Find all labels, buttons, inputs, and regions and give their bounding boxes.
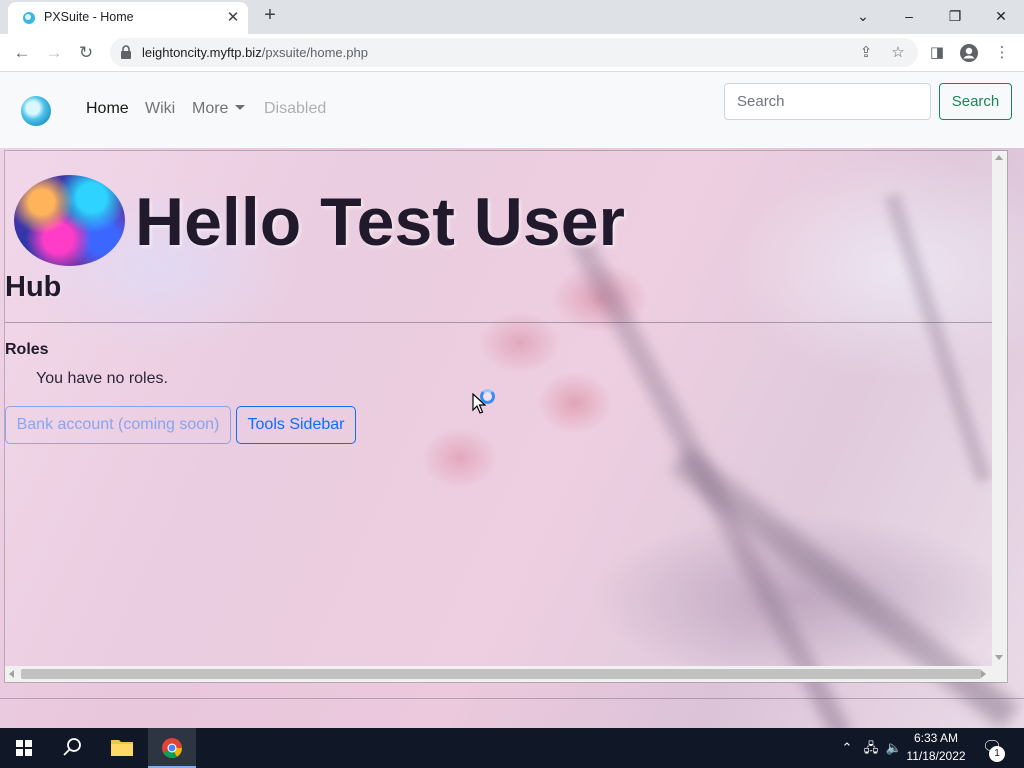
forward-icon[interactable]: → <box>42 41 66 65</box>
windows-logo-icon <box>16 740 32 756</box>
volume-icon[interactable]: 🔈 <box>884 738 904 758</box>
nav-wiki[interactable]: Wiki <box>145 100 175 118</box>
horizontal-scroll-thumb[interactable] <box>21 669 981 679</box>
hub-heading: Hub <box>5 271 62 303</box>
site-favicon-icon <box>23 12 35 24</box>
scroll-right-arrow-icon[interactable] <box>981 670 986 678</box>
side-panel-icon[interactable]: ◨ <box>926 42 948 64</box>
window-close-icon[interactable]: ✕ <box>986 3 1016 29</box>
minimize-icon[interactable]: – <box>894 3 924 29</box>
roles-empty-text: You have no roles. <box>36 370 168 387</box>
tools-sidebar-button[interactable]: Tools Sidebar <box>236 406 356 444</box>
search-input[interactable] <box>724 83 931 120</box>
show-hidden-icons-chevron-icon[interactable]: ⌃ <box>837 738 857 758</box>
file-explorer-button[interactable] <box>98 728 146 768</box>
browser-tab-strip: PXSuite - Home ✕ + ⌄ – ❐ ✕ <box>0 0 1024 34</box>
profile-icon[interactable] <box>958 42 980 64</box>
share-icon[interactable]: ⇪ <box>856 43 876 63</box>
windows-taskbar: ⌃ 🖧 🔈 6:33 AM 11/18/2022 🗨 1 <box>0 728 1024 768</box>
divider <box>0 698 1024 699</box>
vertical-scrollbar[interactable] <box>992 151 1007 666</box>
site-navbar: Home Wiki More Disabled Search <box>0 72 1024 148</box>
brand-logo[interactable] <box>21 96 51 126</box>
bookmark-star-icon[interactable]: ☆ <box>888 43 908 63</box>
bank-account-button: Bank account (coming soon) <box>5 406 231 444</box>
tab-search-icon[interactable]: ⌄ <box>848 3 878 29</box>
tab-title: PXSuite - Home <box>44 10 134 24</box>
lock-icon[interactable] <box>120 45 132 59</box>
address-bar[interactable]: leightoncity.myftp.biz/pxsuite/home.php … <box>110 38 918 67</box>
notification-count-badge: 1 <box>989 746 1005 762</box>
url-path: /pxsuite/home.php <box>261 45 368 60</box>
scroll-down-arrow-icon[interactable] <box>995 655 1003 660</box>
roles-label: Roles <box>5 341 49 358</box>
taskbar-search-button[interactable] <box>48 728 96 768</box>
url-host: leightoncity.myftp.biz <box>142 45 262 60</box>
new-tab-icon[interactable]: + <box>259 5 281 27</box>
busy-spinner-icon <box>480 389 495 404</box>
url-text: leightoncity.myftp.biz/pxsuite/home.php <box>142 45 368 60</box>
windows-start-button[interactable] <box>0 728 48 768</box>
nav-home[interactable]: Home <box>86 100 129 118</box>
back-icon[interactable]: ← <box>10 41 34 65</box>
nav-disabled: Disabled <box>264 100 327 117</box>
browser-tab[interactable]: PXSuite - Home ✕ <box>8 2 248 34</box>
clock-time[interactable]: 6:33 AM <box>904 731 968 745</box>
user-avatar <box>14 175 125 266</box>
clock-date[interactable]: 11/18/2022 <box>904 749 968 763</box>
restore-icon[interactable]: ❐ <box>940 3 970 29</box>
search-icon <box>63 738 81 756</box>
caret-down-icon <box>235 105 246 110</box>
browser-toolbar: ← → ↻ leightoncity.myftp.biz/pxsuite/hom… <box>0 34 1024 72</box>
scroll-up-arrow-icon[interactable] <box>995 155 1003 160</box>
nav-more-dropdown[interactable]: More <box>192 100 246 118</box>
horizontal-scrollbar[interactable] <box>5 666 1007 682</box>
nav-more-label: More <box>192 100 229 117</box>
search-button[interactable]: Search <box>939 83 1012 120</box>
chrome-icon <box>162 738 183 759</box>
reload-icon[interactable]: ↻ <box>74 41 98 65</box>
close-tab-icon[interactable]: ✕ <box>224 9 242 27</box>
network-icon[interactable]: 🖧 <box>861 738 881 758</box>
greeting-heading: Hello Test User <box>135 184 626 260</box>
folder-icon <box>111 740 133 756</box>
menu-dots-icon[interactable]: ⋮ <box>991 42 1013 64</box>
hub-frame: Hello Test User Hub Roles You have no ro… <box>4 150 1008 683</box>
chrome-taskbar-button[interactable] <box>148 728 196 768</box>
divider <box>5 322 992 323</box>
scroll-left-arrow-icon[interactable] <box>9 670 14 678</box>
